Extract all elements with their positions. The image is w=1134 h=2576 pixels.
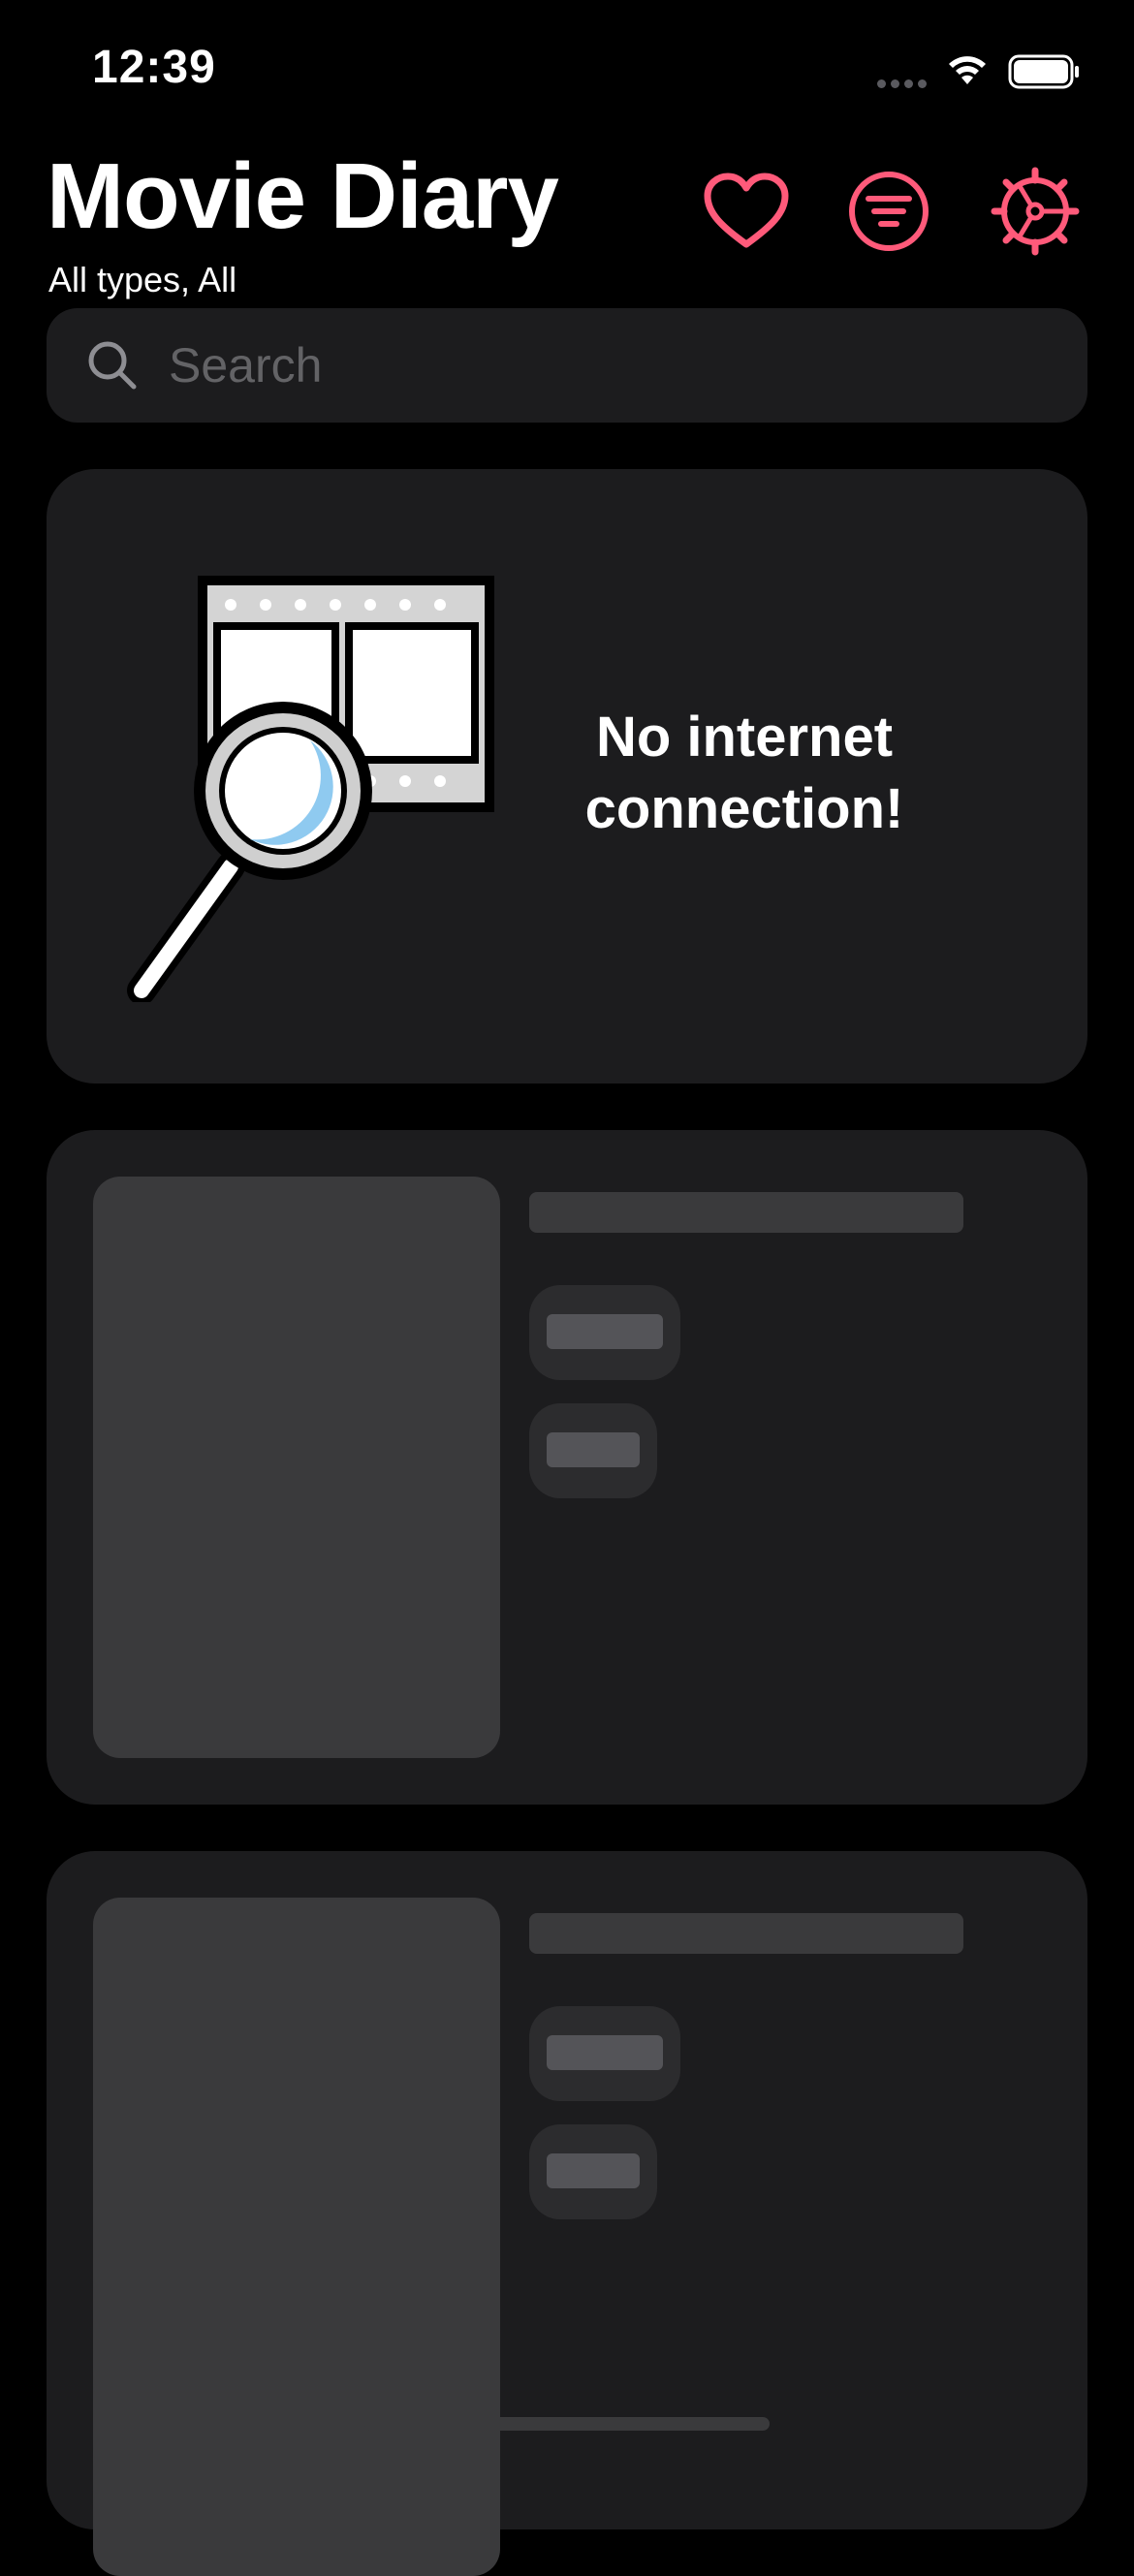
filter-button[interactable] — [842, 165, 935, 258]
settings-button[interactable] — [989, 165, 1082, 258]
battery-icon — [1008, 54, 1079, 89]
chip-placeholder — [529, 2124, 657, 2219]
page-title: Movie Diary — [47, 144, 559, 248]
poster-placeholder — [93, 1898, 500, 2576]
magnifier-film-icon — [127, 576, 494, 1002]
status-time: 12:39 — [92, 42, 216, 93]
search-input[interactable] — [167, 336, 1043, 394]
title-placeholder — [529, 1913, 963, 1954]
movie-card-placeholder — [47, 1130, 1087, 1805]
chip-placeholder — [529, 1403, 657, 1498]
cellular-signal-icon — [877, 79, 927, 88]
search-bar[interactable] — [47, 308, 1087, 423]
status-bar: 12:39 — [0, 0, 1134, 136]
heart-icon — [704, 173, 789, 248]
no-connection-card: No internet connection! — [47, 469, 1087, 1084]
wifi-icon — [949, 56, 986, 84]
favorites-button[interactable] — [700, 165, 793, 258]
home-indicator[interactable] — [364, 2417, 770, 2431]
no-connection-message: No internet connection! — [584, 706, 904, 841]
poster-placeholder — [93, 1177, 500, 1758]
filter-icon — [849, 172, 929, 251]
search-icon — [85, 338, 140, 393]
chip-placeholder — [529, 1285, 680, 1380]
gear-icon — [991, 167, 1080, 256]
chip-placeholder — [529, 2006, 680, 2101]
page-subtitle: All types, All — [48, 260, 237, 299]
title-placeholder — [529, 1192, 963, 1233]
